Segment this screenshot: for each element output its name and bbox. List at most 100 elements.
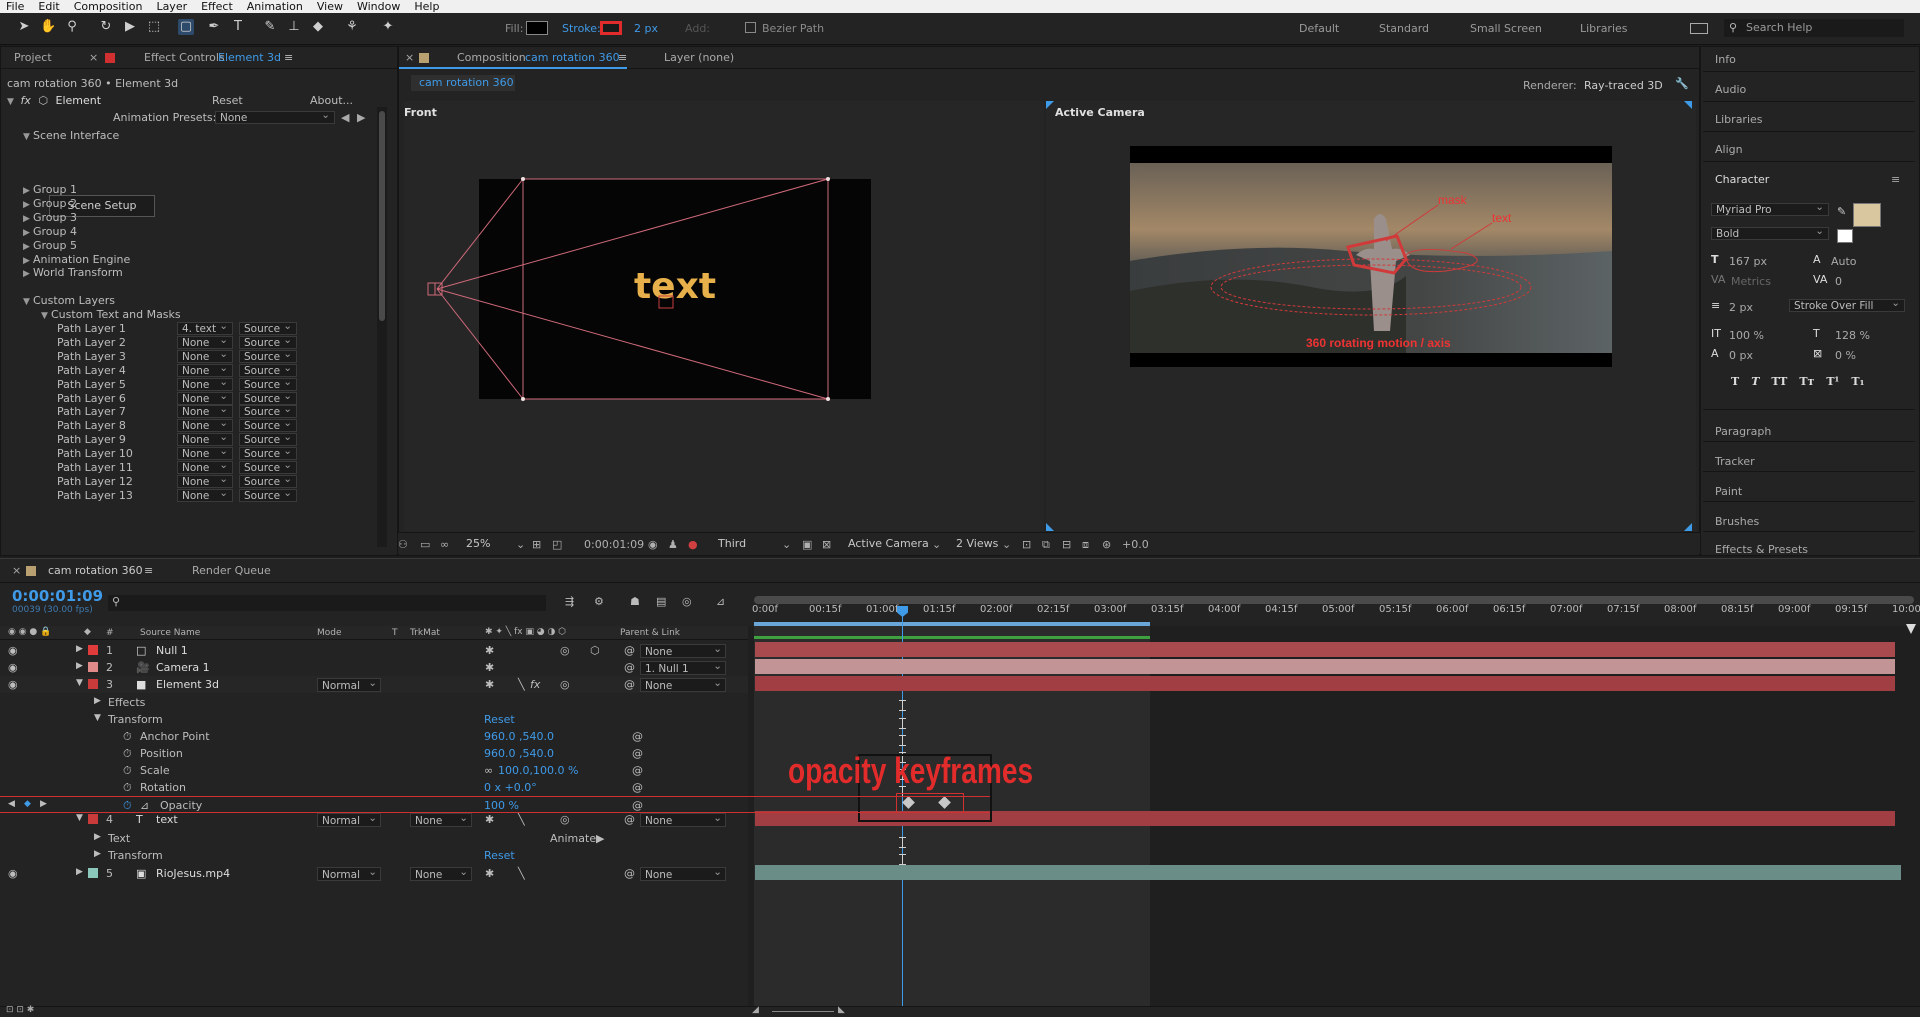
anchor-point-value[interactable]: 960.0 ,540.0	[484, 730, 554, 743]
workspace-standard[interactable]: Standard	[1379, 22, 1429, 35]
transparency-grid-icon[interactable]: ⊠	[822, 538, 831, 551]
pan-behind-tool-icon[interactable]: ⬚	[146, 19, 162, 35]
panel-menu-icon[interactable]: ≡	[284, 47, 293, 69]
stroke-mode-dropdown[interactable]: Stroke Over Fill	[1789, 297, 1905, 312]
horizontal-scale-value[interactable]: 128 %	[1835, 329, 1870, 342]
always-preview-icon[interactable]: ⚇	[398, 538, 408, 551]
parent-pickwhip-icon[interactable]: @	[624, 644, 635, 657]
close-icon[interactable]: ×	[12, 559, 21, 583]
parent-dropdown[interactable]: 1. Null 1	[640, 659, 726, 675]
current-time[interactable]: 0:00:01:09	[584, 538, 644, 551]
mask-visibility-icon[interactable]: ∞	[440, 538, 449, 551]
blend-mode-dropdown[interactable]: Normal	[317, 865, 381, 881]
shy-switch-icon[interactable]: ✱	[485, 644, 494, 657]
views-layout-arrow-icon[interactable]: ⌄	[1002, 538, 1011, 551]
resolution-dropdown[interactable]: Third	[718, 536, 746, 552]
stroke-width-value[interactable]: 2 px	[1729, 301, 1753, 314]
layer-row[interactable]: ◉ ▶ 1 □ Null 1 ✱ ◎ ⬡ @ None	[0, 642, 748, 659]
shy-layers-icon[interactable]: ☗	[630, 595, 640, 608]
tracking-value[interactable]: 0	[1835, 275, 1842, 288]
layer-row[interactable]: ▼ 4 Ttext Normal None ✱ ╲ ◎ @ None	[0, 811, 748, 828]
zoom-dropdown-arrow-icon[interactable]: ⌄	[516, 538, 525, 551]
panel-brushes[interactable]: Brushes	[1715, 515, 1759, 528]
mask-path-icon[interactable]: ◰	[552, 538, 562, 551]
views-layout-dropdown[interactable]: 2 Views	[956, 536, 998, 552]
fx-switch-icon[interactable]: fx	[530, 678, 540, 691]
motion-blur-switch-icon[interactable]: ◎	[560, 813, 570, 826]
baseline-shift-value[interactable]: 0 px	[1729, 349, 1753, 362]
parent-pickwhip-icon[interactable]: @	[624, 661, 635, 674]
position-value[interactable]: 960.0 ,540.0	[484, 747, 554, 760]
layer-bar-riojesus[interactable]	[755, 865, 1901, 880]
faux-bold-button[interactable]: T	[1731, 375, 1739, 389]
vertical-scale-value[interactable]: 100 %	[1729, 329, 1764, 342]
scene-interface-row[interactable]: ▼ Scene Interface	[23, 129, 119, 143]
motion-blur-switch-icon[interactable]: ◎	[560, 678, 570, 691]
transform-reset-link[interactable]: Reset	[484, 713, 515, 726]
tab-effect-target[interactable]: Element 3d	[218, 47, 281, 69]
active-camera-view[interactable]: Active Camera mask text 360 rotating mot…	[1046, 101, 1696, 531]
eyedropper-icon[interactable]: ✎	[1837, 205, 1849, 218]
hand-tool-icon[interactable]: ✋	[40, 19, 56, 35]
fast-previews-icon[interactable]: ⧉	[1042, 538, 1050, 552]
font-family-dropdown[interactable]: Myriad Pro	[1711, 201, 1829, 216]
path-layer-dropdown[interactable]: None	[177, 487, 233, 502]
graph-editor-icon[interactable]: ⊿	[716, 595, 725, 608]
stopwatch-icon[interactable]: ⏱	[123, 764, 132, 778]
faux-italic-button[interactable]: T	[1751, 375, 1759, 389]
panel-menu-icon[interactable]: ≡	[618, 47, 627, 69]
visibility-eye-icon[interactable]: ◉	[8, 678, 18, 691]
layer-row[interactable]: ◉ ▶ 2 🎥 Camera 1 ✱ @1. Null 1	[0, 659, 748, 676]
group-row-3[interactable]: ▶ Group 3	[23, 211, 77, 225]
trkmat-dropdown[interactable]: None	[410, 811, 472, 827]
motion-blur-switch-icon[interactable]: ◎	[560, 644, 570, 657]
effect-scrollbar[interactable]	[377, 107, 387, 547]
draft-3d-icon[interactable]: ⚙	[594, 595, 604, 608]
quality-switch-icon[interactable]: ╲	[518, 867, 525, 880]
close-icon[interactable]: ×	[405, 47, 414, 69]
layer-label-color[interactable]	[88, 868, 98, 878]
comp-mini-flowchart-icon[interactable]: ⇶	[565, 595, 574, 608]
custom-layers-row[interactable]: ▼ Custom Layers	[23, 294, 115, 308]
stroke-swatch[interactable]	[600, 21, 622, 35]
visibility-eye-icon[interactable]: ◉	[8, 661, 18, 674]
flowchart-icon[interactable]: ⧈	[1082, 538, 1089, 552]
grid-icon[interactable]: ⊞	[532, 538, 541, 551]
menu-help[interactable]: Help	[414, 0, 439, 13]
parent-pickwhip-icon[interactable]: @	[624, 867, 635, 880]
quality-switch-icon[interactable]: ╲	[518, 678, 525, 691]
resolution-arrow-icon[interactable]: ⌄	[782, 538, 791, 551]
effect-scroll-thumb[interactable]	[379, 111, 385, 321]
channel-icon[interactable]: ●	[688, 538, 698, 551]
layer-search-input[interactable]: ⚲	[108, 595, 546, 611]
parent-dropdown[interactable]: None	[640, 865, 726, 881]
tab-composition[interactable]: Composition	[457, 47, 526, 69]
constrain-proportions-icon[interactable]: ∞	[484, 764, 493, 777]
expression-pickwhip-icon[interactable]: @	[632, 781, 643, 794]
scale-value[interactable]: 100.0,100.0 %	[498, 764, 578, 777]
tab-timeline-comp[interactable]: cam rotation 360	[48, 559, 143, 583]
tab-comp-target[interactable]: cam rotation 360	[525, 47, 620, 69]
panel-menu-icon[interactable]: ≡	[144, 559, 153, 583]
rectangle-tool-icon[interactable]: ▢	[178, 19, 194, 35]
panel-paint[interactable]: Paint	[1715, 485, 1742, 498]
expand-triangle-icon[interactable]: ▼	[94, 713, 101, 723]
layer-bar-element3d[interactable]	[755, 676, 1895, 691]
zoom-in-icon[interactable]: ◣	[838, 1005, 845, 1015]
tab-project[interactable]: Project	[14, 47, 52, 69]
parent-dropdown[interactable]: None	[640, 811, 726, 827]
expression-pickwhip-icon[interactable]: @	[632, 747, 643, 760]
expand-triangle-icon[interactable]: ▶	[76, 867, 83, 877]
blend-mode-dropdown[interactable]: Normal	[317, 676, 381, 692]
selection-tool-icon[interactable]: ➤	[16, 19, 32, 35]
path-source-dropdown[interactable]: Source	[239, 487, 297, 502]
shy-switch-icon[interactable]: ✱	[485, 867, 494, 880]
fx-about-link[interactable]: About...	[310, 94, 353, 108]
zoom-out-icon[interactable]: ◢	[752, 1005, 759, 1015]
close-icon[interactable]: ×	[89, 47, 98, 69]
tab-render-queue[interactable]: Render Queue	[192, 559, 271, 583]
workspace-small-screen[interactable]: Small Screen	[1470, 22, 1542, 35]
text-transform-reset-link[interactable]: Reset	[484, 849, 515, 862]
group-row-1[interactable]: ▶ Group 1	[23, 183, 77, 197]
reset-exposure-icon[interactable]: ⊛	[1102, 538, 1111, 551]
